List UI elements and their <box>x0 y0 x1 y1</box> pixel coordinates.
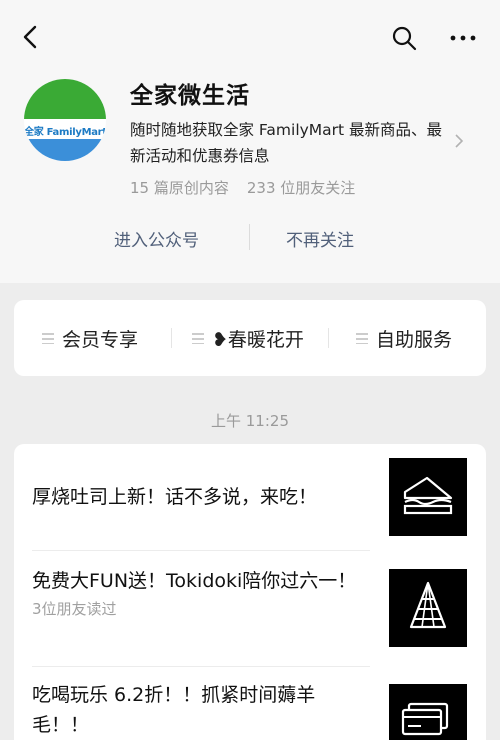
original-count: 15 篇原创内容 <box>130 179 229 197</box>
chevron-right-icon[interactable] <box>452 132 466 150</box>
article-read-count: 3位朋友读过 <box>32 600 117 618</box>
menu-list-icon <box>356 332 368 344</box>
menu-item-label: ❥春暖花开 <box>212 328 304 351</box>
account-name: 全家微生活 <box>130 83 250 109</box>
article-item[interactable]: 厚烧吐司上新！话不多说，来吃！ <box>32 482 370 512</box>
logo-wordmark: 全家 FamilyMart <box>24 127 106 138</box>
more-options-icon[interactable] <box>447 24 479 52</box>
article-title: 吃喝玩乐 6.2折！！抓紧时间薅羊毛！！ <box>32 684 316 736</box>
menu-item-label: 会员专享 <box>62 328 139 351</box>
logo-blue-band <box>24 139 106 161</box>
back-arrow-icon[interactable] <box>16 22 46 52</box>
article-card: 厚烧吐司上新！话不多说，来吃！ 免费大FUN送！Tokidoki陪你过六一！ 3… <box>14 444 486 740</box>
article-item[interactable]: 吃喝玩乐 6.2折！！抓紧时间薅羊毛！！ <box>32 680 370 740</box>
menu-divider <box>171 328 172 348</box>
card-icon[interactable] <box>389 684 467 740</box>
article-item[interactable]: 免费大FUN送！Tokidoki陪你过六一！ 3位朋友读过 <box>32 566 370 619</box>
article-divider <box>32 666 370 667</box>
menu-item-member[interactable]: 会员专享 <box>42 324 138 352</box>
account-stats: 15 篇原创内容 233 位朋友关注 <box>130 177 373 198</box>
account-description[interactable]: 随时随地获取全家 FamilyMart 最新商品、最新活动和优惠券信息 <box>130 117 450 169</box>
article-title: 厚烧吐司上新！话不多说，来吃！ <box>32 486 318 508</box>
action-divider <box>249 224 250 250</box>
account-menu: 会员专享 ❥春暖花开 自助服务 <box>14 300 486 376</box>
menu-divider <box>328 328 329 348</box>
search-icon[interactable] <box>390 24 418 52</box>
cone-icon[interactable] <box>389 569 467 647</box>
menu-list-icon <box>42 332 54 344</box>
logo-green-band <box>24 79 106 119</box>
sandwich-icon[interactable] <box>389 458 467 536</box>
menu-list-icon <box>192 332 204 344</box>
article-title: 免费大FUN送！Tokidoki陪你过六一！ <box>32 570 357 592</box>
account-avatar[interactable]: 全家 FamilyMart <box>24 79 106 161</box>
article-divider <box>32 550 370 551</box>
enter-account-button[interactable]: 进入公众号 <box>114 226 199 251</box>
menu-item-spring[interactable]: ❥春暖花开 <box>192 324 304 352</box>
message-timestamp: 上午 11:25 <box>211 412 289 430</box>
friends-following: 233 位朋友关注 <box>246 179 356 197</box>
unfollow-button[interactable]: 不再关注 <box>286 226 354 251</box>
account-header: 全家 FamilyMart 全家微生活 随时随地获取全家 FamilyMart … <box>0 0 500 283</box>
menu-item-self-service[interactable]: 自助服务 <box>356 324 452 352</box>
menu-item-label: 自助服务 <box>376 328 453 351</box>
